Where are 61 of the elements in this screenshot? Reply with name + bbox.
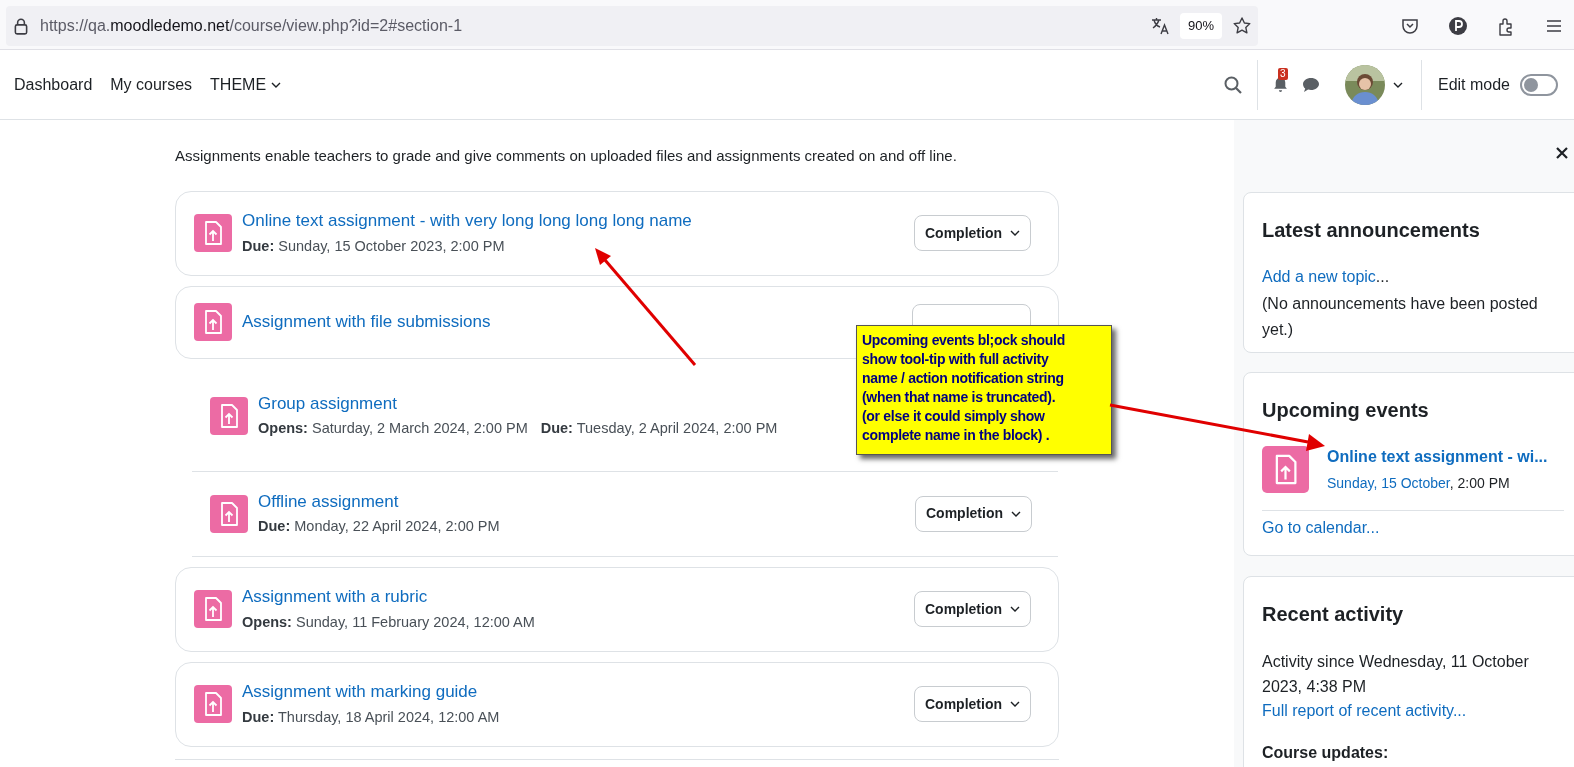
announcements-note: (No announcements have been posted yet.) [1262, 294, 1539, 340]
annotation-tooltip: Upcoming events bl;ock should show tool-tip with full activity name / action notification string (when that name is truncated). (or else it could simply show complete name in the block) . [856, 325, 1112, 455]
zoom-level[interactable]: 90% [1179, 13, 1222, 39]
event-link[interactable]: Online text assignment - wi... [1327, 445, 1548, 469]
assignment-icon [210, 494, 248, 533]
event-date-link[interactable]: Sunday, 15 October [1327, 475, 1450, 491]
activity-since-text: Activity since Wednesday, 11 October 2023, 4:38 PM [1262, 652, 1530, 697]
assignment-icon [210, 396, 248, 435]
activity-link[interactable]: Assignment with a rubric [242, 584, 535, 610]
chevron-down-icon [1010, 701, 1020, 707]
activity-link[interactable]: Online text assignment - with very long long long long name [242, 208, 692, 234]
completion-dropdown[interactable]: Completion [915, 495, 1032, 532]
recent-report-link[interactable]: Full report of recent activity... [1262, 699, 1560, 723]
completion-dropdown[interactable]: Completion [914, 591, 1031, 627]
event-time: , 2:00 PM [1449, 475, 1510, 491]
search-icon[interactable] [1222, 74, 1243, 95]
close-icon[interactable] [1556, 147, 1568, 159]
calendar-link[interactable]: Go to calendar... [1262, 516, 1560, 540]
chevron-down-icon[interactable] [1392, 81, 1403, 88]
assignment-icon [194, 303, 232, 341]
notification-badge: 3 [1277, 68, 1288, 80]
completion-dropdown[interactable]: Completion [914, 686, 1031, 722]
activity-date: Due: Thursday, 18 April 2024, 12:00 AM [242, 707, 500, 727]
nav-link[interactable]: THEME [210, 72, 282, 97]
activity-link[interactable]: Assignment with file submissions [242, 309, 491, 335]
bell-icon[interactable] [1271, 76, 1289, 93]
activity-date: Due: Sunday, 15 October 2023, 2:00 PM [242, 236, 505, 256]
chevron-down-icon [1010, 606, 1020, 612]
block-title: Upcoming events [1262, 398, 1430, 423]
pocket-icon[interactable] [1400, 16, 1420, 36]
activity-date: Due: Monday, 22 April 2024, 2:00 PM [258, 517, 500, 537]
activity-link[interactable]: Offline assignment [258, 488, 500, 515]
assignment-icon [194, 590, 232, 628]
completion-dropdown[interactable]: Completion [914, 215, 1031, 251]
nav-link[interactable]: My courses [110, 72, 193, 97]
profile-icon[interactable] [1448, 16, 1468, 36]
course-updates-heading: Course updates: [1262, 743, 1390, 763]
lock-icon [12, 17, 30, 35]
url-text[interactable]: https://qa.moodledemo.net/course/view.php?id=2#section-1 [40, 14, 463, 38]
assignment-icon [1262, 446, 1309, 493]
translate-icon[interactable] [1149, 16, 1170, 36]
assignment-icon [194, 214, 232, 252]
nav-link[interactable]: Dashboard [14, 72, 93, 97]
assignment-icon [194, 685, 232, 723]
block-title: Recent activity [1262, 602, 1405, 627]
block-title: Latest announcements [1262, 218, 1481, 243]
activity-date: Opens: Sunday, 11 February 2024, 12:00 AM [242, 612, 535, 632]
activity-link[interactable]: Group assignment [258, 390, 778, 417]
chevron-down-icon [1011, 510, 1021, 517]
activity-date: Opens: Saturday, 2 March 2024, 2:00 PM [258, 419, 528, 439]
star-icon[interactable] [1232, 16, 1252, 36]
edit-mode-label: Edit mode [1437, 74, 1510, 95]
chevron-down-icon [271, 81, 282, 88]
address-bar[interactable]: https://qa.moodledemo.net/course/view.php?id=2#section-1 90% [6, 6, 1258, 46]
add-topic-link[interactable]: Add a new topic [1262, 268, 1376, 285]
edit-mode-toggle[interactable] [1520, 73, 1558, 96]
section-description: Assignments enable teachers to grade and give comments on uploaded files and assignments created on and off line. [175, 146, 958, 166]
chevron-down-icon [1010, 230, 1020, 236]
ellipsis-text: ... [1375, 268, 1390, 285]
activity-link[interactable]: Assignment with marking guide [242, 679, 500, 705]
activity-date: Due: Tuesday, 2 April 2024, 2:00 PM [540, 419, 778, 439]
